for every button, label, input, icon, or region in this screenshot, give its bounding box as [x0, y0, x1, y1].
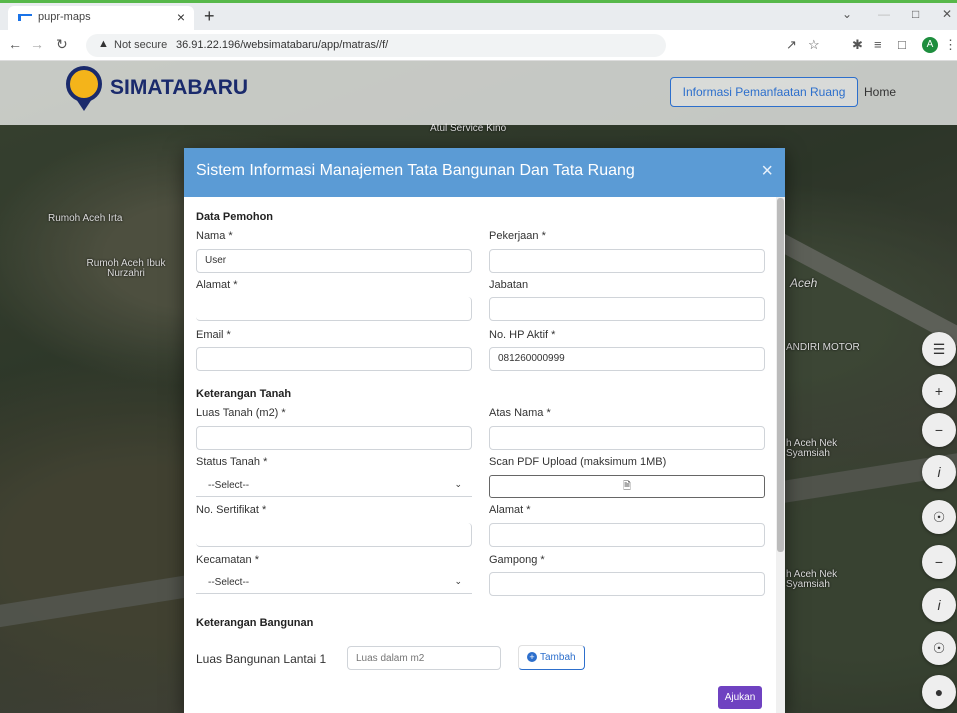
reading-list-icon[interactable]: ≡ [874, 37, 882, 52]
map-label: Aceh [790, 276, 818, 290]
scan-label: Scan PDF Upload (maksimum 1MB) [489, 456, 667, 468]
modal-body: Data Pemohon Nama * User Pekerjaan * Ala… [184, 197, 776, 713]
status-tanah-value: --Select-- [208, 480, 250, 491]
file-upload-button[interactable]: 🗎 [489, 475, 765, 498]
section-keterangan-tanah: Keterangan Tanah [196, 388, 292, 400]
email-label: Email * [196, 329, 231, 341]
back-icon[interactable]: ← [8, 36, 22, 52]
kecamatan-value: --Select-- [208, 577, 250, 588]
not-secure-label: Not secure [114, 39, 168, 51]
modal-title: Sistem Informasi Manajemen Tata Bangunan… [196, 162, 635, 179]
alamat-label: Alamat * [196, 279, 238, 291]
hp-label: No. HP Aktif * [489, 329, 556, 341]
minimize-icon[interactable]: — [878, 7, 890, 21]
nav-home-link[interactable]: Home [864, 85, 896, 99]
profile-avatar[interactable]: A [922, 37, 938, 53]
tambah-label: Tambah [540, 652, 576, 663]
kecamatan-select[interactable]: --Select-- ⌄ [196, 571, 472, 594]
globe-icon[interactable]: ☉ [922, 500, 956, 534]
status-tanah-label: Status Tanah * [196, 456, 268, 468]
modal-header: Sistem Informasi Manajemen Tata Bangunan… [184, 148, 785, 197]
chevron-down-icon: ⌄ [454, 576, 462, 586]
zoom-in-icon[interactable]: + [922, 374, 956, 408]
info-icon[interactable]: i [922, 588, 956, 622]
omnibox[interactable]: ▲ Not secure 36.91.22.196/websimatabaru/… [86, 34, 666, 57]
form-modal: Sistem Informasi Manajemen Tata Bangunan… [184, 148, 785, 713]
alamat-tanah-input[interactable] [489, 523, 765, 547]
nama-label: Nama * [196, 230, 233, 242]
modal-scrollbar-thumb[interactable] [777, 198, 784, 552]
gampong-input[interactable] [489, 572, 765, 596]
atas-nama-label: Atas Nama * [489, 407, 551, 419]
globe-icon[interactable]: ☉ [922, 631, 956, 665]
tambah-button[interactable]: + Tambah [518, 645, 585, 670]
ajukan-button[interactable]: Ajukan [718, 686, 762, 709]
section-data-pemohon: Data Pemohon [196, 211, 274, 223]
extensions-icon[interactable]: ✱ [852, 37, 863, 53]
map-label: h Aceh Nek Syamsiah [786, 569, 838, 590]
address-bar-row: ← → ↻ ▲ Not secure 36.91.22.196/websimat… [0, 30, 957, 61]
atas-nama-input[interactable] [489, 426, 765, 450]
browser-tab-bar: pupr-maps × + ⌄ — □ ✕ [0, 3, 957, 30]
logo-pin-icon [76, 99, 92, 111]
alamat-tanah-label: Alamat * [489, 504, 531, 516]
hp-input[interactable]: 081260000999 [489, 347, 765, 371]
restore-icon[interactable]: □ [912, 7, 919, 21]
map-label: ANDIRI MOTOR [786, 342, 860, 353]
chevron-down-icon[interactable]: ⌄ [842, 7, 852, 21]
locate-icon[interactable]: ● [922, 675, 956, 709]
close-window-icon[interactable]: ✕ [942, 7, 952, 21]
sertifikat-label: No. Sertifikat * [196, 504, 267, 516]
alamat-input[interactable] [196, 297, 472, 321]
email-input[interactable] [196, 347, 472, 371]
luas-tanah-label: Luas Tanah (m2) * [196, 407, 286, 419]
plus-circle-icon: + [527, 652, 537, 662]
share-icon[interactable]: ↗ [786, 37, 797, 53]
map-label: h Aceh Nek Syamsiah [786, 438, 838, 459]
side-panel-icon[interactable]: □ [898, 37, 906, 52]
browser-tab[interactable]: pupr-maps × [8, 6, 194, 30]
tab-favicon-icon [18, 14, 32, 21]
zoom-out-icon[interactable]: − [922, 413, 956, 447]
jabatan-label: Jabatan [489, 279, 529, 291]
luas-tanah-input[interactable] [196, 426, 472, 450]
pekerjaan-input[interactable] [489, 249, 765, 273]
logo-icon [66, 66, 102, 102]
tab-title: pupr-maps [38, 11, 91, 23]
info-pemanfaatan-button[interactable]: Informasi Pemanfaatan Ruang [670, 77, 858, 107]
section-keterangan-bangunan: Keterangan Bangunan [196, 617, 314, 629]
map-label: Rumoh Aceh Ibuk Nurzahri [86, 258, 166, 279]
gampong-label: Gampong * [489, 554, 545, 566]
zoom-out-icon[interactable]: − [922, 545, 956, 579]
menu-kebab-icon[interactable]: ⋮ [944, 37, 957, 53]
map-page[interactable]: Rumoh Aceh Irta Rumoh Aceh Ibuk Nurzahri… [0, 61, 957, 713]
status-tanah-select[interactable]: --Select-- ⌄ [196, 474, 472, 497]
reload-icon[interactable]: ↻ [56, 36, 68, 53]
luas-lantai-label: Luas Bangunan Lantai 1 [196, 652, 327, 666]
upload-file-icon: 🗎 [622, 481, 632, 492]
close-icon[interactable]: × [761, 160, 773, 183]
info-icon[interactable]: i [922, 455, 956, 489]
luas-lantai-input[interactable] [347, 646, 501, 670]
forward-icon[interactable]: → [30, 36, 44, 52]
chevron-down-icon: ⌄ [454, 479, 462, 489]
nama-input[interactable]: User [196, 249, 472, 273]
map-label: Rumoh Aceh Irta [48, 213, 123, 224]
jabatan-input[interactable] [489, 297, 765, 321]
warning-icon[interactable]: ▲ [98, 38, 109, 50]
kecamatan-label: Kecamatan * [196, 554, 259, 566]
sertifikat-input[interactable] [196, 523, 472, 547]
tab-close-icon[interactable]: × [177, 9, 185, 25]
brand-name[interactable]: SIMATABARU [110, 76, 248, 100]
layers-icon[interactable]: ☰ [922, 332, 956, 366]
bookmark-star-icon[interactable]: ☆ [808, 37, 820, 53]
site-navbar: SIMATABARU Informasi Pemanfaatan Ruang H… [0, 61, 957, 125]
new-tab-button[interactable]: + [204, 6, 215, 27]
url-text[interactable]: 36.91.22.196/websimatabaru/app/matras//f… [176, 39, 388, 51]
pekerjaan-label: Pekerjaan * [489, 230, 546, 242]
